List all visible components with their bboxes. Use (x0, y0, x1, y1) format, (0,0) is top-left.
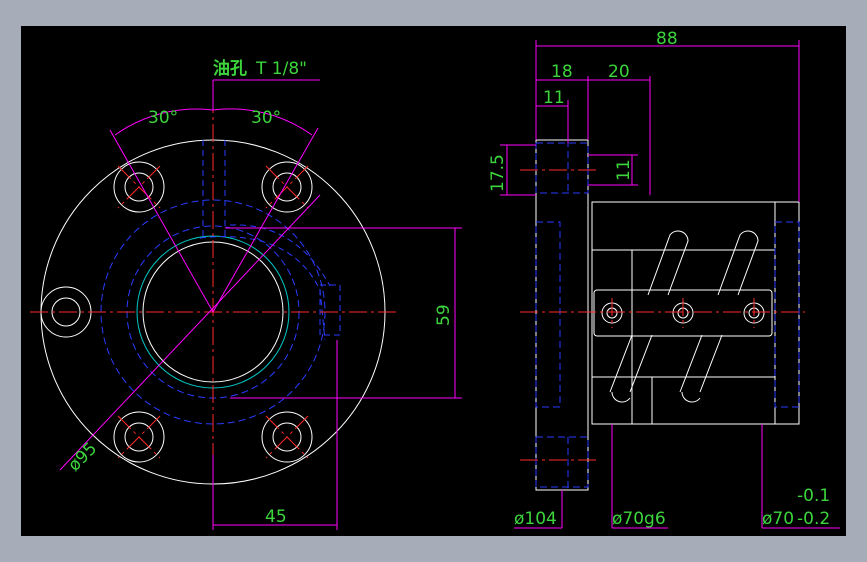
dim18-label: 18 (551, 62, 573, 82)
dim11-top-label: 11 (543, 88, 565, 108)
dia104-label: ø104 (514, 509, 557, 529)
tol-upper-label: -0.1 (797, 486, 830, 506)
oil-port-leader (212, 79, 320, 100)
cad-drawing: 油孔 T 1/8" 30° 30° ø95 59 45 88 18 20 11 … (30, 29, 840, 530)
angle-left-label: 30° (148, 108, 178, 128)
angle-right-label: 30° (251, 108, 281, 128)
side-view: 88 18 20 11 17.5 11 ø104 ø70g6 ø70 -0.1 … (488, 29, 840, 529)
dim45-lines (212, 340, 338, 530)
dim20-label: 20 (608, 62, 630, 82)
dia95-label: ø95 (64, 439, 101, 476)
dim11-right-label: 11 (614, 159, 634, 181)
dia70-label: ø70 (762, 509, 794, 529)
front-view: 油孔 T 1/8" 30° 30° ø95 59 45 (30, 58, 462, 530)
oil-port-note-thread: T 1/8" (255, 59, 307, 79)
tol-lower-label: -0.2 (797, 509, 830, 529)
dim45-label: 45 (265, 507, 287, 527)
centerlines-side (520, 169, 805, 461)
dia70g6-label: ø70g6 (612, 509, 666, 529)
dim88-label: 88 (656, 29, 678, 49)
angle-dimensions (109, 85, 319, 313)
hidden-lines-side (535, 140, 800, 490)
dim17-5-label: 17.5 (488, 154, 508, 192)
dim59-lines (225, 227, 462, 399)
dim59-label: 59 (434, 304, 454, 326)
side-dimension-lines (500, 40, 840, 529)
dia95-leader (59, 194, 321, 471)
oil-port-note-cn: 油孔 (213, 58, 247, 79)
side-body (591, 201, 800, 425)
